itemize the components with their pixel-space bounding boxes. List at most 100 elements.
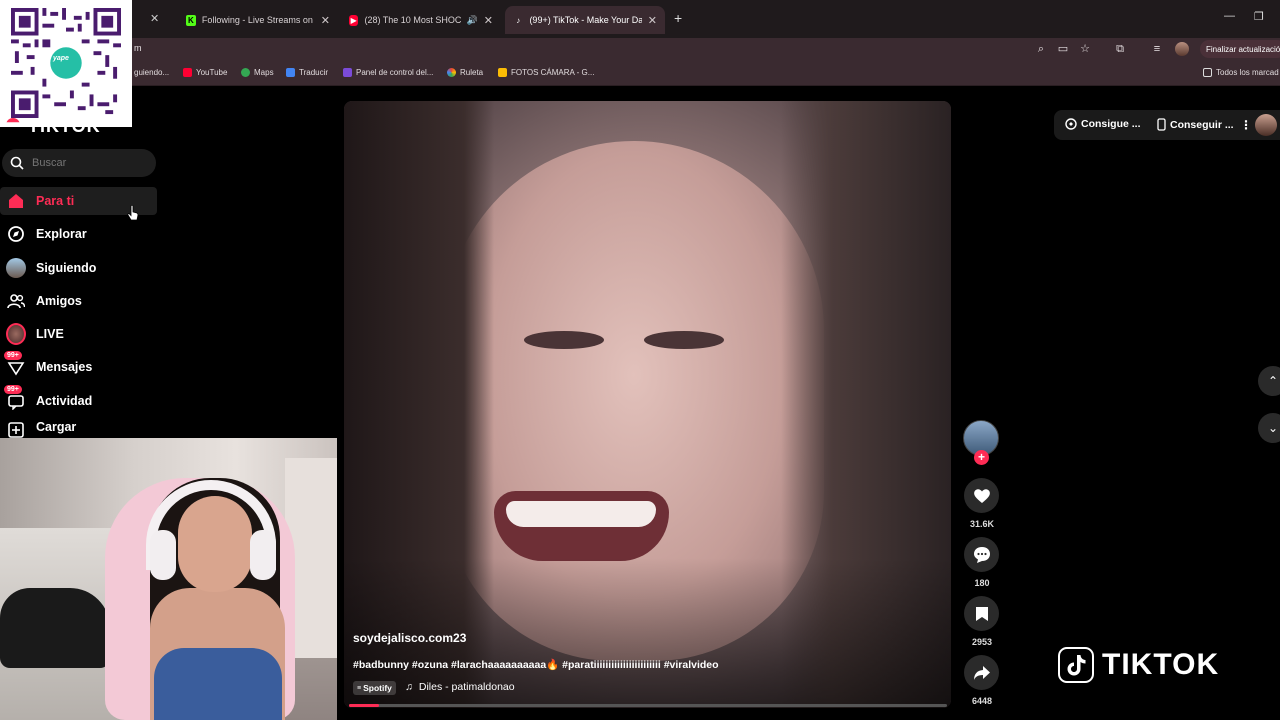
comment-count: 180 — [974, 578, 990, 588]
sidebar-item-actividad[interactable]: 99+ Actividad — [0, 385, 157, 415]
share-button[interactable] — [964, 655, 999, 690]
kick-icon: K — [186, 14, 196, 26]
friends-icon — [6, 291, 26, 311]
comment-icon — [973, 546, 990, 563]
sidebar-item-label: Siguiendo — [36, 261, 97, 275]
tiktok-icon: ♪ — [516, 15, 521, 25]
message-badge: 99+ — [4, 351, 22, 360]
update-button[interactable]: Finalizar actualizació — [1200, 40, 1280, 58]
maps-icon — [241, 68, 250, 77]
compass-icon — [6, 224, 26, 244]
following-avatar-icon — [6, 258, 26, 278]
webcam-feed — [0, 438, 337, 720]
search-icon — [10, 156, 24, 170]
tab-youtube[interactable]: ▶ (28) The 10 Most SHOCKIN 🔊 ✕ — [341, 8, 501, 32]
sidebar-item-live[interactable]: LIVE — [0, 320, 157, 348]
video-author[interactable]: soydejalisco.com23 — [353, 631, 466, 645]
spotify-tag[interactable]: ≡ Spotify — [353, 681, 396, 695]
bookmark-translate[interactable]: Traducir — [286, 68, 328, 77]
qr-code-icon — [11, 8, 121, 118]
save-button[interactable] — [964, 596, 999, 631]
follow-button[interactable]: + — [974, 450, 989, 465]
activity-badge: 99+ — [4, 385, 22, 394]
sidebar-item-label: Amigos — [36, 294, 82, 308]
user-avatar[interactable] — [1255, 114, 1277, 136]
new-tab-button[interactable]: + — [674, 10, 682, 26]
like-button[interactable] — [964, 478, 999, 513]
star-icon[interactable]: ☆ — [1078, 42, 1092, 56]
mouse-cursor-icon — [127, 205, 139, 221]
reading-list-icon[interactable]: ≡ — [1150, 42, 1164, 56]
share-count: 6448 — [971, 696, 993, 706]
speaker-icon[interactable]: 🔊 — [467, 15, 478, 26]
profile-avatar[interactable] — [1175, 42, 1189, 56]
youtube-icon: ▶ — [349, 14, 359, 26]
music-note-icon: ♫ — [405, 681, 413, 693]
extensions-icon[interactable]: ⧉ — [1113, 42, 1127, 56]
get-app-button[interactable]: Conseguir ... — [1157, 118, 1234, 131]
like-count: 31.6K — [969, 519, 995, 529]
watermark-text: TIKTOK — [1102, 648, 1220, 681]
video-description[interactable]: #badbunny #ozuna #larachaaaaaaaaaa🔥 #par… — [353, 658, 719, 671]
bookmark-ruleta[interactable]: Ruleta — [447, 68, 483, 77]
url-text[interactable]: m — [134, 43, 142, 53]
tab-close-icon[interactable]: ✕ — [484, 14, 493, 27]
sidebar-item-siguiendo[interactable]: Siguiendo — [0, 254, 157, 282]
sidebar-item-label: Explorar — [36, 227, 87, 241]
tab-close-icon[interactable]: ✕ — [150, 12, 159, 25]
chevron-down-icon: ⌄ — [1267, 421, 1279, 435]
tab-tiktok[interactable]: ♪ (99+) TikTok - Make Your Day ✕ — [505, 6, 665, 34]
tab-close-icon[interactable]: ✕ — [321, 14, 330, 27]
minimize-button[interactable]: — — [1224, 10, 1235, 22]
search-box[interactable] — [2, 149, 156, 177]
bookmark-panel[interactable]: Panel de control del... — [343, 68, 433, 77]
tab-close-icon[interactable]: ✕ — [648, 14, 657, 27]
music-info[interactable]: ♫ Diles - patimaldonao — [405, 681, 515, 693]
all-bookmarks[interactable]: Todos los marcad — [1203, 68, 1279, 77]
bookmark-icon — [975, 606, 988, 621]
video-player[interactable] — [344, 101, 951, 708]
spotify-icon: ≡ — [357, 684, 362, 692]
bookmark-fotos[interactable]: FOTOS CÁMARA - G... — [498, 68, 594, 77]
more-options-icon[interactable]: ⋮ — [1240, 118, 1252, 132]
sidebar-item-explorar[interactable]: Explorar — [0, 220, 157, 248]
sidebar-item-label: Cargar — [36, 420, 77, 434]
heart-icon — [973, 488, 990, 503]
save-count: 2953 — [971, 637, 993, 647]
zoom-icon[interactable]: ⌕ — [1034, 42, 1048, 56]
previous-video-button[interactable]: ⌃ — [1258, 366, 1280, 396]
phone-icon — [1157, 118, 1166, 131]
qr-brand-label: yape — [53, 55, 69, 62]
coin-icon — [1065, 118, 1077, 130]
drive-icon — [498, 68, 507, 77]
tab-label: Following - Live Streams on Kic — [201, 15, 315, 25]
comment-button[interactable] — [964, 537, 999, 572]
qr-code-overlay: yape — [0, 0, 132, 127]
upload-icon — [6, 420, 26, 438]
cast-icon[interactable]: ▭ — [1056, 42, 1070, 56]
tab-kick[interactable]: K Following - Live Streams on Kic ✕ — [178, 8, 338, 32]
home-icon — [6, 191, 26, 211]
message-icon: 99+ — [4, 351, 26, 377]
video-progress-fill — [349, 704, 379, 707]
bookmark-item[interactable]: guiendo... — [134, 68, 169, 77]
sidebar-item-label: Mensajes — [36, 360, 93, 374]
tab-label: (99+) TikTok - Make Your Day — [529, 15, 642, 25]
next-video-button[interactable]: ⌄ — [1258, 413, 1280, 443]
sidebar-item-amigos[interactable]: Amigos — [0, 287, 157, 315]
bookmark-youtube[interactable]: YouTube — [183, 68, 227, 77]
bookmark-maps[interactable]: Maps — [241, 68, 274, 77]
panel-icon — [343, 68, 352, 77]
sidebar-item-mensajes[interactable]: 99+ Mensajes — [0, 351, 157, 381]
video-progress-bar[interactable] — [349, 704, 947, 707]
restore-button[interactable]: ❐ — [1254, 10, 1264, 23]
get-coins-button[interactable]: Consigue ... — [1065, 118, 1141, 130]
sidebar-item-cargar[interactable]: Cargar — [0, 420, 157, 438]
youtube-icon — [183, 68, 192, 77]
chevron-up-icon: ⌃ — [1267, 374, 1279, 388]
search-input[interactable] — [32, 157, 142, 169]
tiktok-icon — [1058, 647, 1094, 683]
activity-icon: 99+ — [4, 385, 26, 411]
tiktok-logo[interactable]: TIKTOK — [28, 116, 101, 132]
share-icon — [973, 665, 990, 680]
